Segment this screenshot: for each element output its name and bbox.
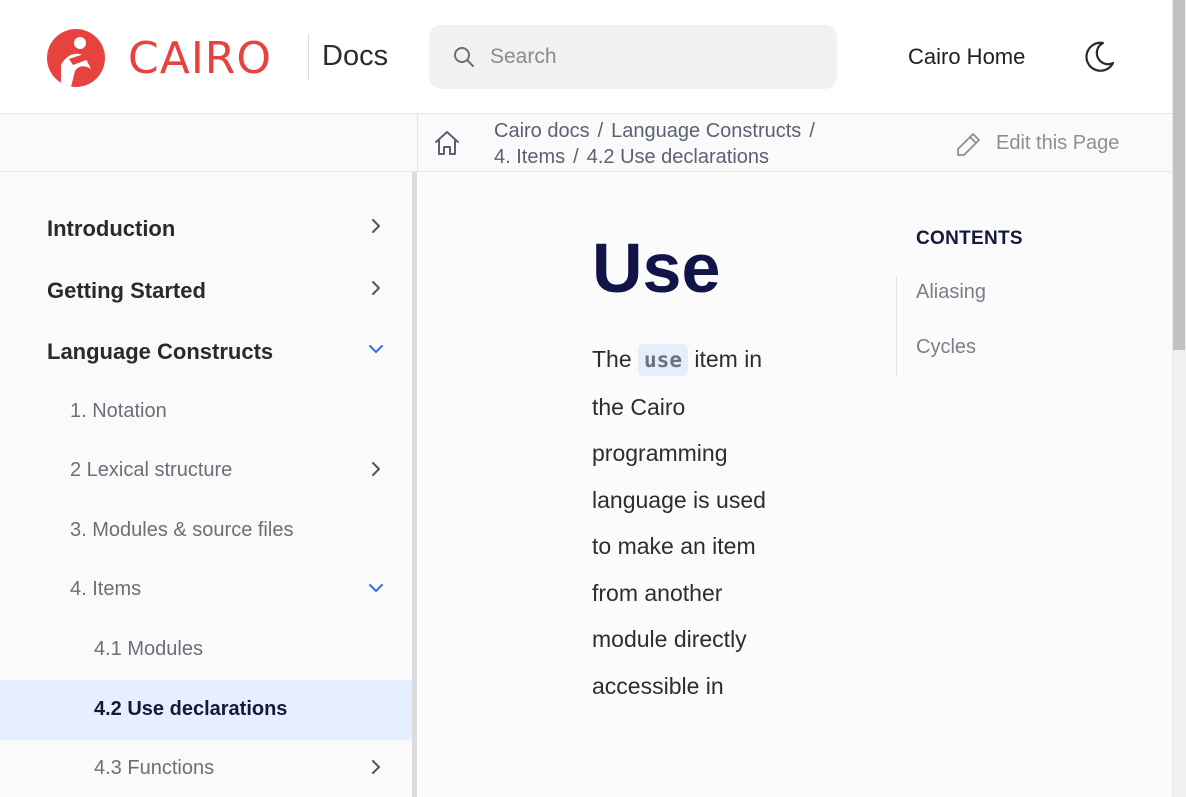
logo-wordmark[interactable]: CAIRO xyxy=(128,33,272,84)
sidebar-item-modules[interactable]: 4.1 Modules xyxy=(0,620,412,680)
home-icon[interactable] xyxy=(433,129,461,157)
chevron-down-icon[interactable] xyxy=(366,339,386,359)
sidebar-item-label: 4. Items xyxy=(70,578,142,600)
breadcrumb-divider xyxy=(417,114,418,172)
breadcrumb-current: 4.2 Use declarations xyxy=(586,146,770,168)
sidebar-item-getting-started[interactable]: Getting Started xyxy=(0,260,412,320)
dark-mode-toggle-icon[interactable] xyxy=(1081,39,1117,75)
paragraph-text: item in the Cairo programming language i… xyxy=(592,346,766,699)
pencil-icon[interactable] xyxy=(955,131,982,158)
sidebar-item-notation[interactable]: 1. Notation xyxy=(0,382,412,442)
edit-page-link[interactable]: Edit this Page xyxy=(996,132,1119,155)
sidebar-item-introduction[interactable]: Introduction xyxy=(0,198,412,258)
sidebar-item-label: 2 Lexical structure xyxy=(70,459,233,481)
sidebar-item-label: Language Constructs xyxy=(47,339,274,364)
chevron-down-icon[interactable] xyxy=(366,578,386,598)
breadcrumb-separator: / xyxy=(809,120,815,142)
toc-item-cycles[interactable]: Cycles xyxy=(916,336,976,359)
chevron-right-icon[interactable] xyxy=(366,216,386,236)
breadcrumb-item[interactable]: Language Constructs xyxy=(611,120,801,142)
toc-divider xyxy=(896,276,897,376)
page-scrollbar-thumb[interactable] xyxy=(1173,0,1185,350)
chevron-right-icon[interactable] xyxy=(366,459,386,479)
logo-divider xyxy=(308,34,309,80)
intro-paragraph: The use item in the Cairo programming la… xyxy=(592,336,767,709)
sidebar-item-functions[interactable]: 4.3 Functions xyxy=(0,739,412,797)
sidebar-item-language-constructs[interactable]: Language Constructs xyxy=(0,321,412,381)
cairo-logo-icon[interactable] xyxy=(47,29,105,87)
sidebar-item-items[interactable]: 4. Items xyxy=(0,560,412,620)
sidebar-item-label: 3. Modules & source files xyxy=(70,519,294,541)
paragraph-text: The xyxy=(592,346,632,372)
cairo-home-link[interactable]: Cairo Home xyxy=(908,44,1025,70)
breadcrumb-item[interactable]: Cairo docs xyxy=(494,120,590,142)
sidebar-scrollbar[interactable] xyxy=(412,172,417,797)
docs-label: Docs xyxy=(322,40,389,72)
inline-code: use xyxy=(638,344,688,376)
breadcrumb: Cairo docs / Language Constructs / 4. Items… xyxy=(494,118,874,170)
toc-title: CONTENTS xyxy=(916,228,1023,249)
chevron-right-icon[interactable] xyxy=(366,757,386,777)
sidebar-item-label: 4.1 Modules xyxy=(94,638,203,660)
page-title: Use xyxy=(592,229,721,307)
sidebar-item-label: Introduction xyxy=(47,216,176,241)
sidebar-item-label: 1. Notation xyxy=(70,400,167,422)
toc-item-aliasing[interactable]: Aliasing xyxy=(916,281,986,304)
search-icon xyxy=(454,47,474,67)
sidebar-item-label: 4.3 Functions xyxy=(94,757,215,779)
sidebar-item-label: 4.2 Use declarations xyxy=(94,698,288,720)
sidebar-item-lexical-structure[interactable]: 2 Lexical structure xyxy=(0,441,412,501)
sidebar-item-label: Getting Started xyxy=(47,278,206,303)
sidebar-item-modules-source-files[interactable]: 3. Modules & source files xyxy=(0,501,412,561)
breadcrumb-separator: / xyxy=(597,120,604,142)
breadcrumb-separator: / xyxy=(573,146,579,168)
breadcrumb-item[interactable]: 4. Items xyxy=(494,146,565,168)
search-input[interactable]: Search xyxy=(490,45,557,69)
main-content xyxy=(418,172,1172,797)
chevron-right-icon[interactable] xyxy=(366,278,386,298)
sidebar-item-use-declarations[interactable]: 4.2 Use declarations xyxy=(0,680,412,740)
